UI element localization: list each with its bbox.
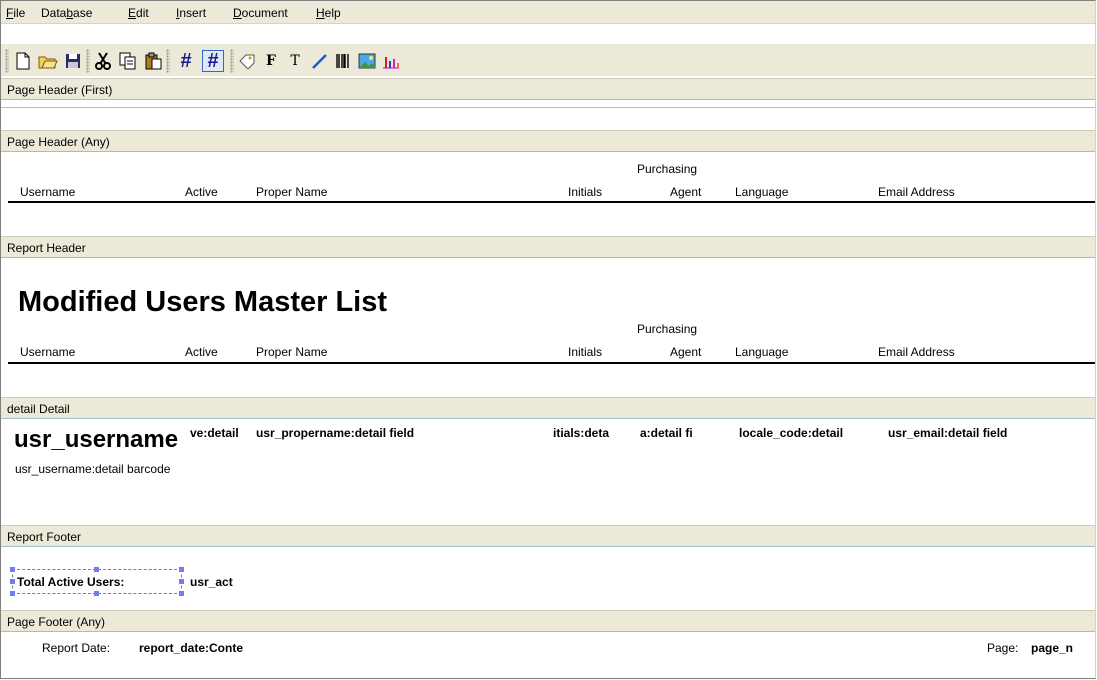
column-header-initials[interactable]: Initials: [568, 345, 602, 359]
header-rule-line[interactable]: [8, 201, 1095, 203]
text-icon[interactable]: T: [284, 50, 306, 72]
cut-scissors-icon[interactable]: [92, 50, 114, 72]
resize-handle[interactable]: [179, 567, 184, 572]
report-date-label[interactable]: Report Date:: [42, 641, 110, 655]
menu-edit[interactable]: Edit: [128, 6, 149, 20]
field-usr-username[interactable]: usr_username: [14, 426, 190, 454]
field-icon[interactable]: F: [260, 50, 282, 72]
band-page-footer-any[interactable]: Page Footer (Any): [1, 610, 1095, 632]
field-report-date[interactable]: report_date:Conte: [139, 641, 243, 655]
field-page-number[interactable]: page_n: [1031, 641, 1073, 655]
column-header-agent[interactable]: Agent: [670, 345, 701, 359]
field-usr-agent[interactable]: a:detail fi: [640, 426, 714, 440]
resize-handle[interactable]: [179, 591, 184, 596]
resize-handle[interactable]: [94, 567, 99, 572]
band-page-header-any[interactable]: Page Header (Any): [1, 130, 1095, 152]
band-detail[interactable]: detail Detail: [1, 397, 1095, 419]
page-label[interactable]: Page:: [987, 641, 1018, 655]
grid-icon[interactable]: #: [175, 50, 197, 72]
resize-handle[interactable]: [10, 591, 15, 596]
new-document-icon[interactable]: [12, 50, 34, 72]
resize-handle[interactable]: [10, 567, 15, 572]
field-usr-email[interactable]: usr_email:detail field: [888, 426, 1007, 440]
column-header-initials[interactable]: Initials: [568, 185, 602, 199]
band-report-footer[interactable]: Report Footer: [1, 525, 1095, 547]
image-icon[interactable]: [356, 50, 378, 72]
field-usr-propername[interactable]: usr_propername:detail field: [256, 426, 414, 440]
column-header-language[interactable]: Language: [735, 185, 788, 199]
field-locale-code[interactable]: locale_code:detail: [739, 426, 843, 440]
line-icon[interactable]: [308, 50, 330, 72]
column-header-active[interactable]: Active: [185, 185, 218, 199]
header-rule-line[interactable]: [8, 362, 1095, 364]
barcode-icon[interactable]: [332, 50, 354, 72]
menu-file[interactable]: File: [6, 6, 25, 20]
column-header-purchasing[interactable]: Purchasing: [637, 162, 697, 176]
column-header-email[interactable]: Email Address: [878, 185, 955, 199]
field-username-barcode[interactable]: usr_username:detail barcode: [15, 462, 170, 476]
menu-bar: File Database Edit Insert Document Help: [1, 1, 1095, 24]
menu-insert[interactable]: Insert: [176, 6, 206, 20]
menu-help[interactable]: Help: [316, 6, 341, 20]
paste-icon[interactable]: [142, 50, 164, 72]
copy-icon[interactable]: [117, 50, 139, 72]
chart-icon[interactable]: [380, 50, 402, 72]
column-header-username[interactable]: Username: [20, 185, 75, 199]
save-disk-icon[interactable]: [62, 50, 84, 72]
total-active-users-label[interactable]: Total Active Users:: [17, 575, 124, 589]
resize-handle[interactable]: [179, 579, 184, 584]
field-usr-initials[interactable]: itials:deta: [553, 426, 626, 440]
band-page-header-first-body: [1, 100, 1095, 108]
column-header-username[interactable]: Username: [20, 345, 75, 359]
column-header-agent[interactable]: Agent: [670, 185, 701, 199]
band-page-header-first[interactable]: Page Header (First): [1, 78, 1095, 100]
label-tag-icon[interactable]: [236, 50, 258, 72]
toolbar-grip[interactable]: [166, 49, 170, 73]
toolbar-grip[interactable]: [5, 49, 9, 73]
report-title[interactable]: Modified Users Master List: [18, 286, 387, 319]
menu-document[interactable]: Document: [233, 6, 288, 20]
resize-handle[interactable]: [10, 579, 15, 584]
field-usr-active-total[interactable]: usr_act: [190, 575, 233, 589]
column-header-language[interactable]: Language: [735, 345, 788, 359]
column-header-purchasing[interactable]: Purchasing: [637, 322, 697, 336]
resize-handle[interactable]: [94, 591, 99, 596]
column-header-proper-name[interactable]: Proper Name: [256, 345, 327, 359]
field-usr-active[interactable]: ve:detail: [190, 426, 248, 440]
column-header-active[interactable]: Active: [185, 345, 218, 359]
toolbar-grip[interactable]: [230, 49, 234, 73]
toolbar-grip[interactable]: [86, 49, 90, 73]
column-header-proper-name[interactable]: Proper Name: [256, 185, 327, 199]
snap-to-grid-icon[interactable]: #: [202, 50, 224, 72]
band-report-header[interactable]: Report Header: [1, 236, 1095, 258]
open-folder-icon[interactable]: [37, 50, 59, 72]
column-header-email[interactable]: Email Address: [878, 345, 955, 359]
menu-database[interactable]: Database: [41, 6, 92, 20]
